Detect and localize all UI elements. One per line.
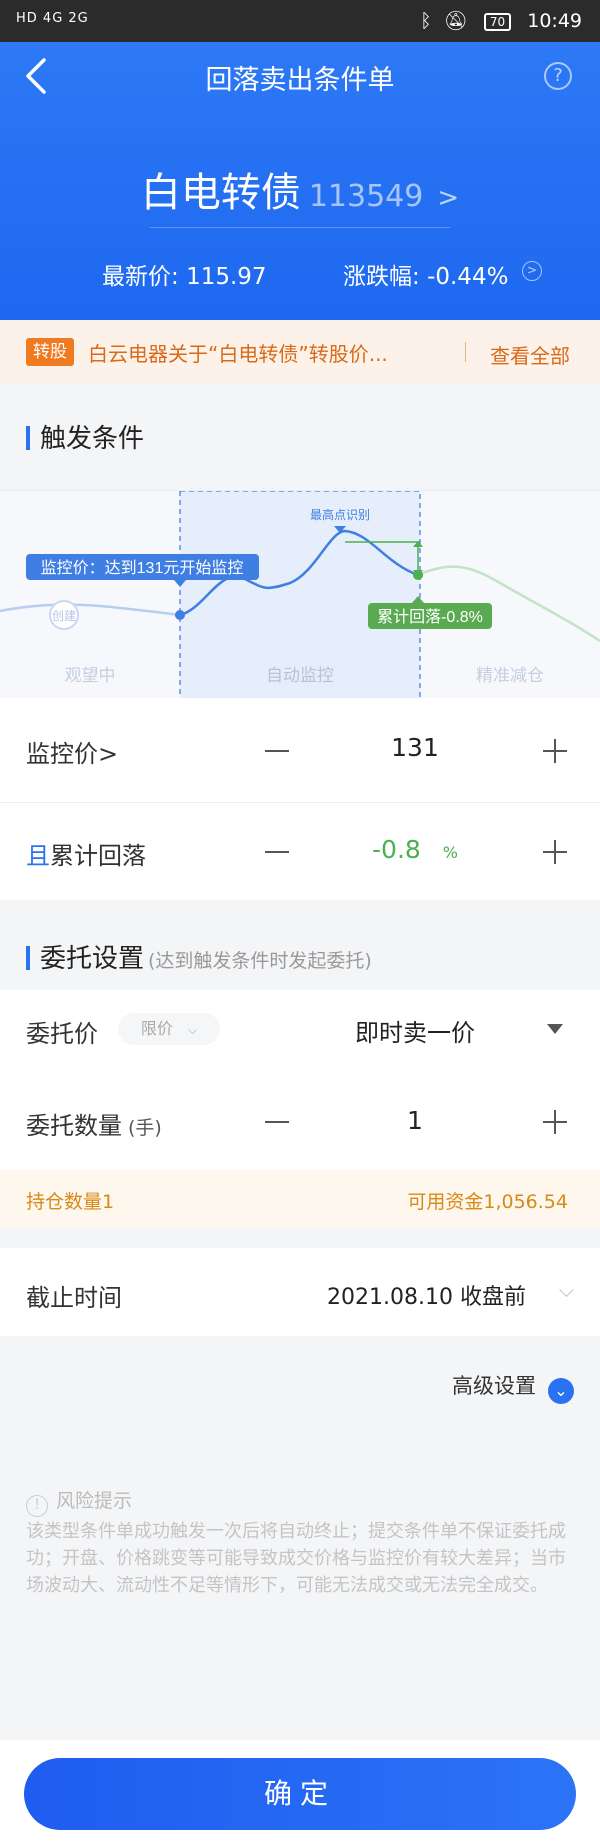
clock: 10:49 bbox=[527, 10, 582, 32]
header-panel: HD 4G 2G ᛒ 🔕︎ 70 10:49 回落卖出条件单 ? 白电转债 113… bbox=[0, 0, 600, 320]
holding-info-bar: 持仓数量1 可用资金1,056.54 bbox=[0, 1170, 600, 1228]
divider bbox=[465, 342, 466, 362]
warning-icon: ! bbox=[26, 1495, 48, 1517]
status-bar: HD 4G 2G ᛒ 🔕︎ 70 10:49 bbox=[0, 0, 600, 42]
mute-icon: 🔕︎ bbox=[443, 10, 468, 32]
position-qty: 持仓数量1 bbox=[26, 1191, 115, 1213]
signal-indicators: HD 4G 2G bbox=[16, 11, 89, 26]
price-type-value: 限价 bbox=[140, 1019, 173, 1038]
order-section-title: 委托设置 (达到触发条件时发起委托) bbox=[26, 938, 372, 975]
footer: 确定 bbox=[0, 1740, 600, 1848]
bond-code: 113549 bbox=[308, 179, 424, 214]
deadline-row[interactable]: 截止时间 2021.08.10 收盘前 ⌵ bbox=[0, 1248, 600, 1336]
monitor-price-row: 监控价> 131 bbox=[0, 698, 600, 802]
change-value: -0.44% bbox=[427, 264, 509, 290]
monitor-point bbox=[175, 610, 185, 620]
risk-disclaimer: 该类型条件单成功触发一次后将自动终止；提交条件单不保证委托成功；开盘、价格跳变等… bbox=[26, 1521, 566, 1596]
plus-icon[interactable] bbox=[554, 1110, 556, 1134]
notice-tag: 转股 bbox=[26, 338, 74, 366]
change-label: 涨跌幅: bbox=[343, 264, 420, 290]
phase-auto: 自动监控 bbox=[266, 666, 334, 685]
decrease-qty-button[interactable] bbox=[265, 1121, 289, 1123]
risk-title: ! 风险提示 bbox=[26, 1486, 132, 1517]
trigger-section-title: 触发条件 bbox=[26, 418, 144, 455]
question-icon[interactable]: ? bbox=[544, 62, 572, 90]
section-accent bbox=[26, 426, 30, 450]
plus-icon[interactable] bbox=[554, 840, 556, 864]
advanced-label: 高级设置 bbox=[452, 1374, 536, 1398]
qty-label-text: 委托数量 bbox=[26, 1112, 122, 1140]
view-all-link[interactable]: 查看全部 bbox=[490, 340, 570, 369]
order-qty-label: 委托数量 (手) bbox=[26, 1106, 162, 1141]
drop-unit: % bbox=[442, 843, 458, 862]
drop-callout-text: 累计回落-0.8% bbox=[377, 608, 483, 626]
advanced-settings-toggle[interactable]: 高级设置 ⌄ bbox=[452, 1370, 574, 1404]
announcement-bar[interactable]: 转股 白云电器关于“白电转债”转股价... 查看全部 bbox=[0, 320, 600, 384]
sell-point bbox=[413, 570, 423, 580]
and-prefix: 且 bbox=[26, 842, 50, 870]
chevron-down-icon: ⌵ bbox=[558, 1278, 574, 1302]
chevron-right-icon: > bbox=[437, 183, 460, 213]
drop-value-field[interactable]: -0.8 % bbox=[330, 835, 500, 864]
create-label: 创建 bbox=[52, 609, 76, 623]
order-price-value[interactable]: 即时卖一价 bbox=[330, 1013, 500, 1048]
price-label: 最新价: bbox=[102, 264, 179, 290]
chevron-down-icon: ⌵ bbox=[188, 1023, 198, 1037]
confirm-button[interactable]: 确定 bbox=[24, 1758, 576, 1830]
phase-watch: 观望中 bbox=[65, 666, 116, 685]
divider bbox=[150, 227, 450, 228]
page-title: 回落卖出条件单 bbox=[205, 65, 395, 96]
section-title: 委托设置 bbox=[40, 944, 145, 974]
section-subtitle: (达到触发条件时发起委托) bbox=[148, 950, 372, 972]
bond-name: 白电转债 bbox=[140, 170, 301, 216]
bond-selector[interactable]: 白电转债 113549 > bbox=[0, 160, 600, 218]
decrease-drop-button[interactable] bbox=[265, 851, 289, 853]
order-qty-value[interactable]: 1 bbox=[330, 1106, 500, 1135]
bluetooth-icon: ᛒ bbox=[420, 10, 432, 32]
qty-unit: (手) bbox=[128, 1117, 162, 1139]
order-price-label: 委托价 bbox=[26, 1020, 98, 1048]
risk-title-text: 风险提示 bbox=[56, 1490, 133, 1512]
available-funds: 可用资金1,056.54 bbox=[407, 1191, 568, 1213]
monitor-price-value[interactable]: 131 bbox=[330, 733, 500, 762]
price-type-dropdown[interactable]: 限价 ⌵ bbox=[118, 1013, 220, 1045]
notice-text: 白云电器关于“白电转债”转股价... bbox=[88, 342, 388, 366]
chevron-right-circle-icon[interactable]: > bbox=[522, 261, 542, 281]
watch-curve bbox=[0, 603, 181, 617]
dropdown-triangle-icon[interactable] bbox=[545, 1022, 565, 1036]
price-value: 115.97 bbox=[186, 264, 267, 290]
diagram-canvas: 创建 监控价：达到131元开始监控 最高点识别 累计回落-0.8% 观望中 自动… bbox=[0, 490, 600, 700]
price-change: 涨跌幅: -0.44% bbox=[343, 257, 508, 291]
trigger-diagram: 创建 监控价：达到131元开始监控 最高点识别 累计回落-0.8% 观望中 自动… bbox=[0, 490, 600, 700]
latest-price: 最新价: 115.97 bbox=[102, 257, 267, 291]
plus-icon[interactable] bbox=[554, 739, 556, 763]
decrease-monitor-price-button[interactable] bbox=[265, 750, 289, 752]
monitor-price-label: 监控价> bbox=[26, 740, 119, 768]
status-right: ᛒ 🔕︎ 70 10:49 bbox=[420, 9, 582, 32]
section-title: 触发条件 bbox=[40, 424, 145, 454]
deadline-value: 2021.08.10 收盘前 bbox=[327, 1285, 526, 1310]
cumulative-drop-label: 且累计回落 bbox=[26, 836, 146, 871]
peak-label: 最高点识别 bbox=[310, 507, 370, 522]
chevron-down-circle-icon: ⌄ bbox=[548, 1378, 574, 1404]
cumulative-drop-row: 且累计回落 -0.8 % bbox=[0, 803, 600, 900]
drop-value: -0.8 bbox=[372, 835, 421, 864]
monitor-callout-text: 监控价：达到131元开始监控 bbox=[41, 559, 244, 577]
drop-label-text: 累计回落 bbox=[50, 842, 146, 870]
deadline-label: 截止时间 bbox=[26, 1284, 122, 1312]
battery-icon: 70 bbox=[483, 12, 512, 31]
phase-reduce: 精准减仓 bbox=[476, 666, 544, 685]
section-accent bbox=[26, 946, 30, 970]
